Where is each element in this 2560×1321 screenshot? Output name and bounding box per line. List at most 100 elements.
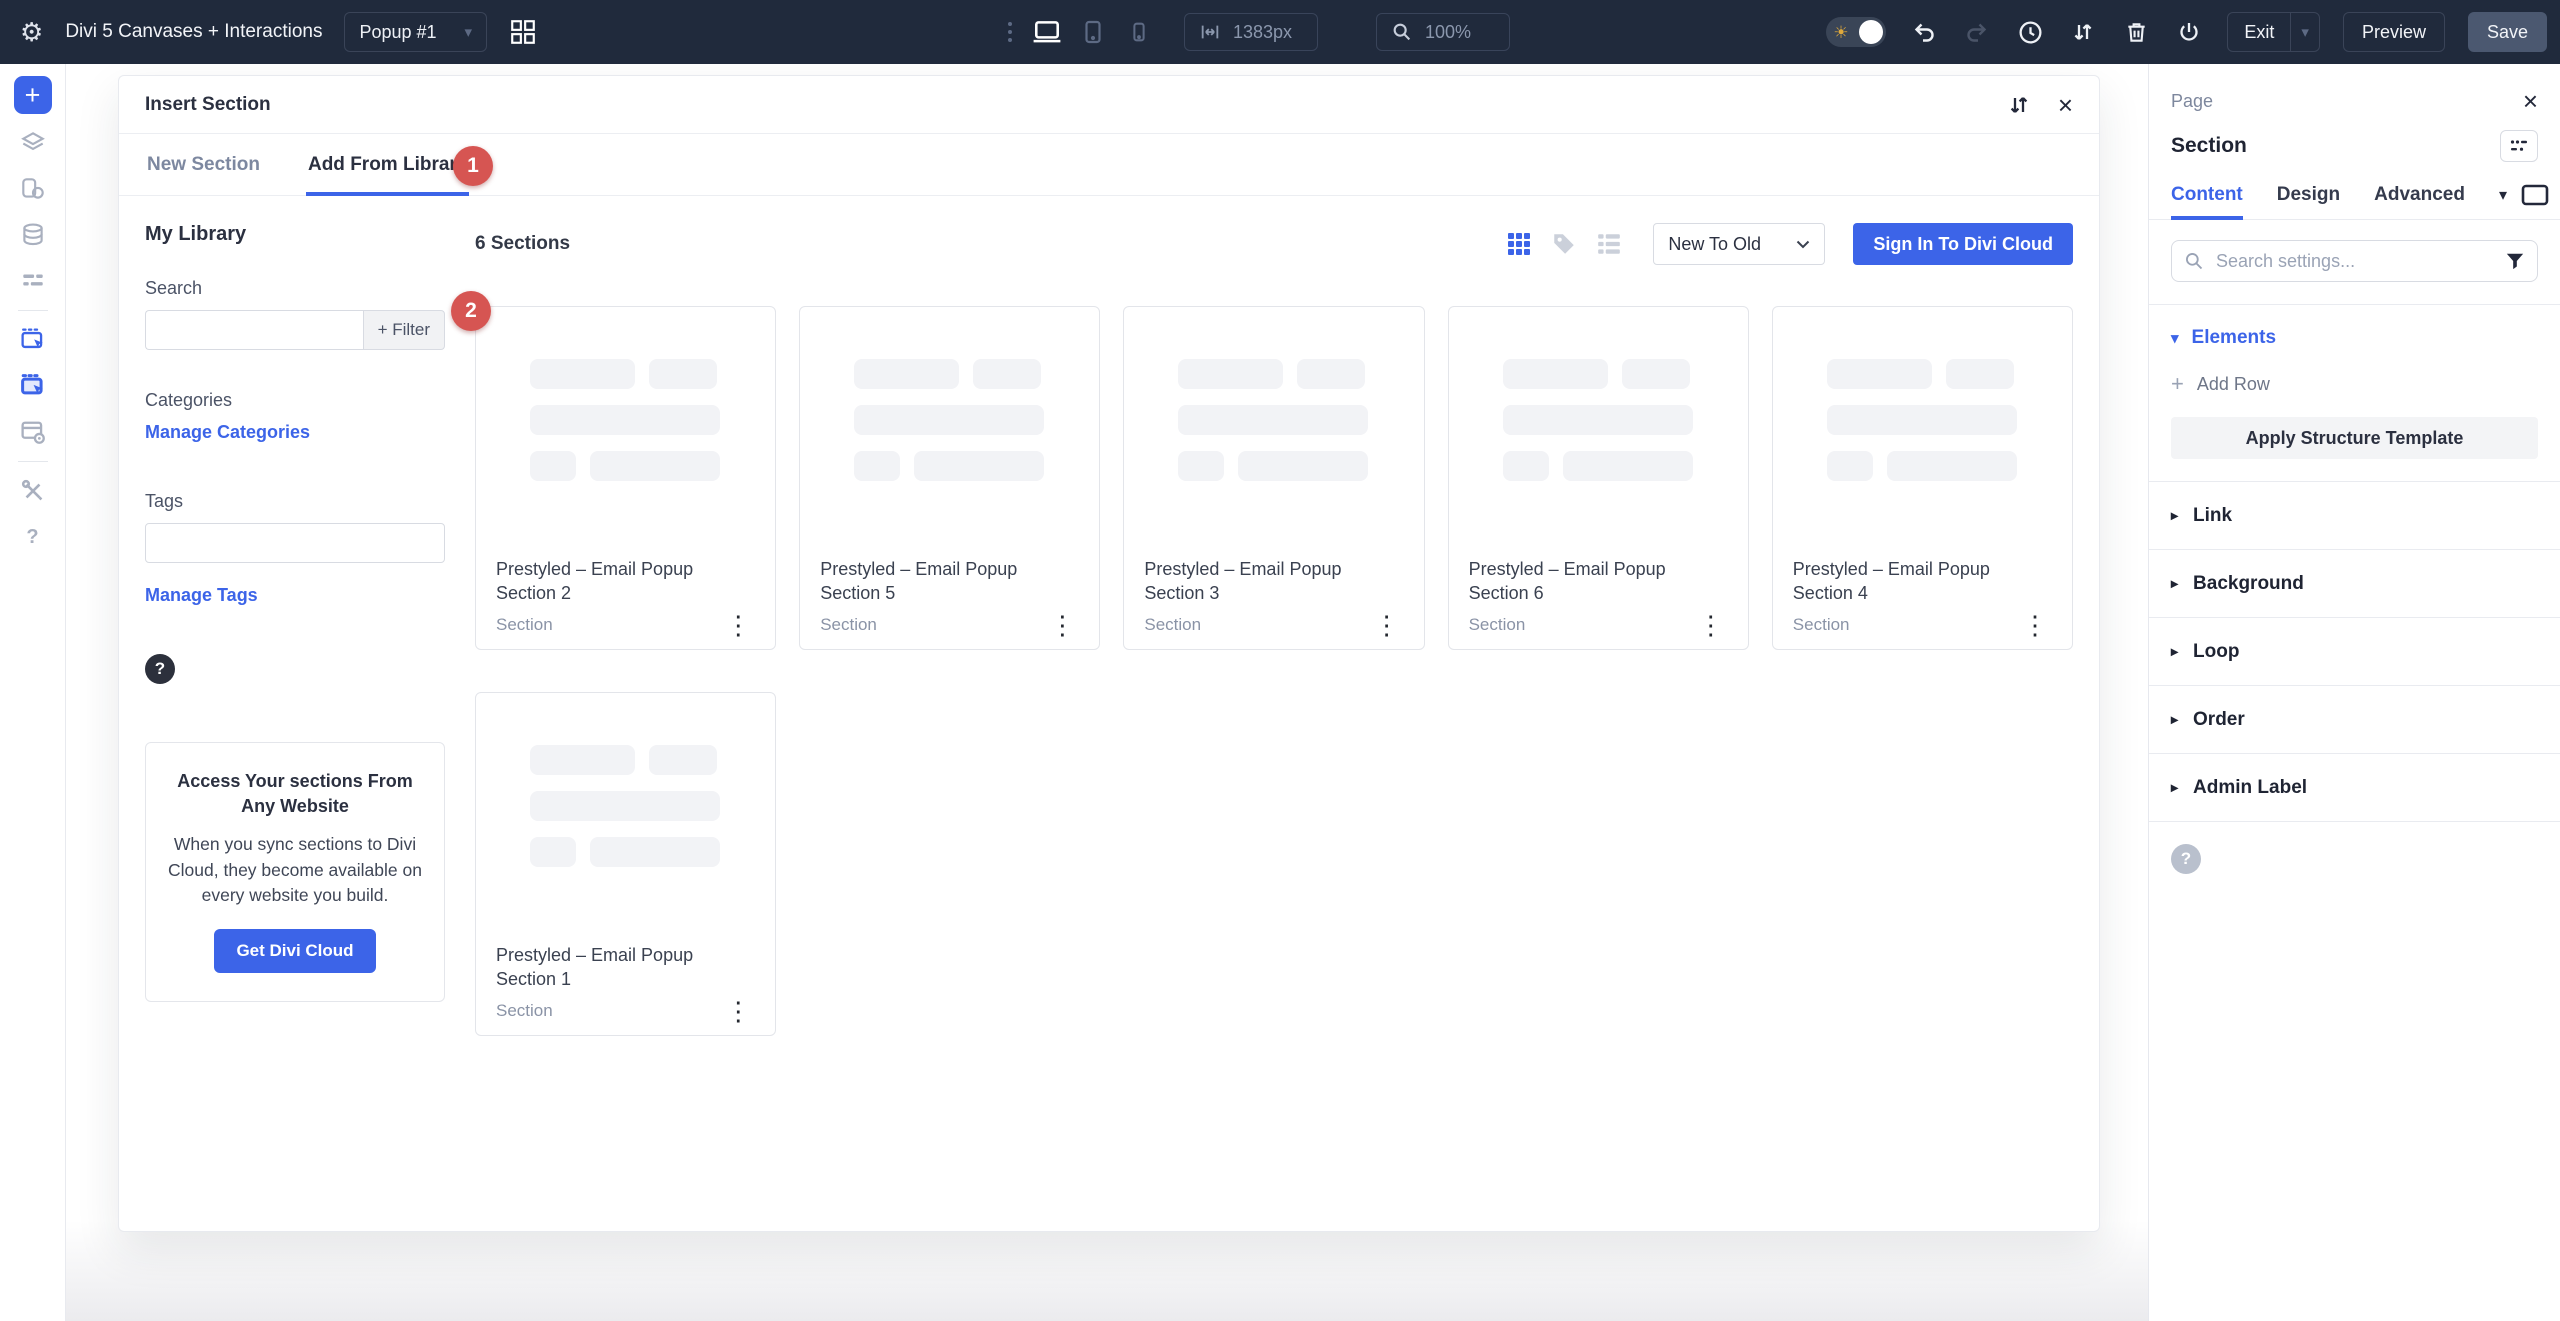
- get-divi-cloud-button[interactable]: Get Divi Cloud: [214, 929, 375, 973]
- elements-group-header[interactable]: ▾ Elements: [2171, 305, 2538, 351]
- accordion-loop[interactable]: ▸ Loop: [2149, 617, 2560, 685]
- accordion-background[interactable]: ▸ Background: [2149, 549, 2560, 617]
- card-thumbnail: [476, 307, 775, 481]
- design-presets-icon[interactable]: [16, 172, 50, 206]
- sun-icon: ☀: [1833, 24, 1848, 41]
- database-icon[interactable]: [16, 218, 50, 252]
- library-help-icon[interactable]: ?: [145, 654, 175, 684]
- exit-button[interactable]: Exit ▾: [2227, 12, 2320, 52]
- section-card[interactable]: Prestyled – Email Popup Section 6 Sectio…: [1448, 306, 1749, 650]
- manage-categories-link[interactable]: Manage Categories: [145, 422, 310, 443]
- card-kebab-menu-icon[interactable]: ⋮: [1370, 614, 1404, 637]
- trash-icon[interactable]: [2121, 17, 2151, 47]
- grid-view-icon[interactable]: [1505, 230, 1533, 258]
- library-search-input[interactable]: [145, 310, 363, 350]
- window-settings-icon[interactable]: [16, 415, 50, 449]
- settings-tab-bar: Content Design Advanced ▾: [2149, 170, 2560, 220]
- tab-new-section[interactable]: New Section: [145, 134, 262, 195]
- modal-close-icon[interactable]: ×: [2058, 92, 2073, 118]
- modal-body: My Library Search + Filter Categories Ma…: [119, 196, 2099, 1062]
- card-kebab-menu-icon[interactable]: ⋮: [721, 614, 755, 637]
- undo-icon[interactable]: [1909, 17, 1939, 47]
- tab-add-from-library[interactable]: Add From Library: [306, 134, 469, 195]
- section-card[interactable]: Prestyled – Email Popup Section 4 Sectio…: [1772, 306, 2073, 650]
- modal-sort-icon[interactable]: [2006, 92, 2032, 118]
- elements-label: Elements: [2192, 327, 2276, 349]
- popup-canvas-active-icon[interactable]: [16, 369, 50, 403]
- add-element-button[interactable]: +: [14, 76, 52, 114]
- accordion-order[interactable]: ▸ Order: [2149, 685, 2560, 753]
- tab-advanced[interactable]: Advanced: [2374, 170, 2465, 219]
- cloud-card-title: Access Your sections From Any Website: [164, 769, 426, 819]
- accordion-link[interactable]: ▸ Link: [2149, 481, 2560, 549]
- section-card[interactable]: Prestyled – Email Popup Section 1 Sectio…: [475, 692, 776, 1036]
- caret-right-icon: ▸: [2171, 779, 2178, 796]
- tab-design[interactable]: Design: [2277, 170, 2340, 219]
- card-kebab-menu-icon[interactable]: ⋮: [1045, 614, 1079, 637]
- layout-grid-icon[interactable]: [509, 18, 537, 46]
- manage-tags-link[interactable]: Manage Tags: [145, 585, 258, 606]
- save-button[interactable]: Save: [2468, 12, 2547, 52]
- section-card[interactable]: Prestyled – Email Popup Section 5 Sectio…: [799, 306, 1100, 650]
- sort-order-select[interactable]: New To Old: [1653, 223, 1825, 265]
- drag-handle-icon[interactable]: [1008, 22, 1012, 42]
- tools-icon[interactable]: [16, 474, 50, 508]
- layers-icon[interactable]: [16, 126, 50, 160]
- exit-chevron-down-icon[interactable]: ▾: [2291, 23, 2319, 41]
- filter-funnel-icon[interactable]: [2505, 251, 2525, 271]
- page-select-dropdown[interactable]: Popup #1 ▾: [344, 12, 487, 52]
- card-type: Section: [1144, 615, 1201, 635]
- tablet-view-icon[interactable]: [1076, 15, 1110, 49]
- light-dark-mode-toggle[interactable]: ☀: [1826, 17, 1886, 47]
- tags-input[interactable]: [145, 523, 445, 563]
- step-badge-1: 1: [453, 146, 493, 186]
- card-kebab-menu-icon[interactable]: ⋮: [1694, 614, 1728, 637]
- tabs-dropdown-icon[interactable]: ▾: [2499, 185, 2507, 205]
- zoom-input-group: [1376, 13, 1510, 51]
- left-icon-sidebar: +: [0, 64, 66, 1321]
- card-type: Section: [1793, 615, 1850, 635]
- panel-help-icon[interactable]: ?: [2171, 844, 2201, 874]
- popup-canvas-icon[interactable]: [16, 323, 50, 357]
- sort-layers-icon[interactable]: [2068, 17, 2098, 47]
- rows-list-icon[interactable]: [16, 264, 50, 298]
- redo-icon[interactable]: [1962, 17, 1992, 47]
- zoom-magnifier-icon: [1391, 21, 1413, 43]
- responsive-desktop-icon[interactable]: [2520, 183, 2550, 207]
- tab-content[interactable]: Content: [2171, 170, 2243, 219]
- tags-label: Tags: [145, 491, 445, 512]
- builder-settings-gear-icon[interactable]: ⚙: [20, 19, 43, 45]
- settings-search-box: [2171, 240, 2538, 282]
- accordion-label: Order: [2193, 709, 2245, 731]
- desktop-view-icon[interactable]: [1030, 15, 1064, 49]
- card-thumbnail: [1449, 307, 1748, 481]
- zoom-level-input[interactable]: [1423, 21, 1495, 44]
- settings-accordions: ▸ Link ▸ Background ▸ Loop ▸ Order ▸ Adm…: [2171, 481, 2538, 822]
- phone-view-icon[interactable]: [1122, 15, 1156, 49]
- card-kebab-menu-icon[interactable]: ⋮: [2018, 614, 2052, 637]
- section-card[interactable]: Prestyled – Email Popup Section 2 Sectio…: [475, 306, 776, 650]
- accordion-admin-label[interactable]: ▸ Admin Label: [2149, 753, 2560, 821]
- panel-close-icon[interactable]: ×: [2523, 88, 2538, 114]
- sign-in-divi-cloud-button[interactable]: Sign In To Divi Cloud: [1853, 223, 2073, 265]
- settings-search-input[interactable]: [2214, 250, 2495, 273]
- add-row-button[interactable]: + Add Row: [2171, 351, 2538, 395]
- preview-button[interactable]: Preview: [2343, 12, 2445, 52]
- sidebar-divider: [18, 310, 48, 311]
- filter-button[interactable]: + Filter: [363, 310, 445, 350]
- search-icon: [2184, 251, 2204, 271]
- list-view-icon[interactable]: [1595, 230, 1623, 258]
- card-kebab-menu-icon[interactable]: ⋮: [721, 1000, 755, 1023]
- presets-icon-button[interactable]: [2500, 130, 2538, 162]
- history-clock-icon[interactable]: [2015, 17, 2045, 47]
- section-card[interactable]: Prestyled – Email Popup Section 3 Sectio…: [1123, 306, 1424, 650]
- card-thumbnail: [1124, 307, 1423, 481]
- chevron-down-icon: ▾: [465, 23, 473, 41]
- canvas-width-input[interactable]: [1231, 21, 1303, 44]
- power-icon[interactable]: [2174, 17, 2204, 47]
- help-icon[interactable]: ?: [16, 520, 50, 554]
- caret-right-icon: ▸: [2171, 711, 2178, 728]
- panel-divider: [2149, 821, 2560, 822]
- apply-structure-template-button[interactable]: Apply Structure Template: [2171, 417, 2538, 459]
- tag-view-icon[interactable]: [1550, 230, 1578, 258]
